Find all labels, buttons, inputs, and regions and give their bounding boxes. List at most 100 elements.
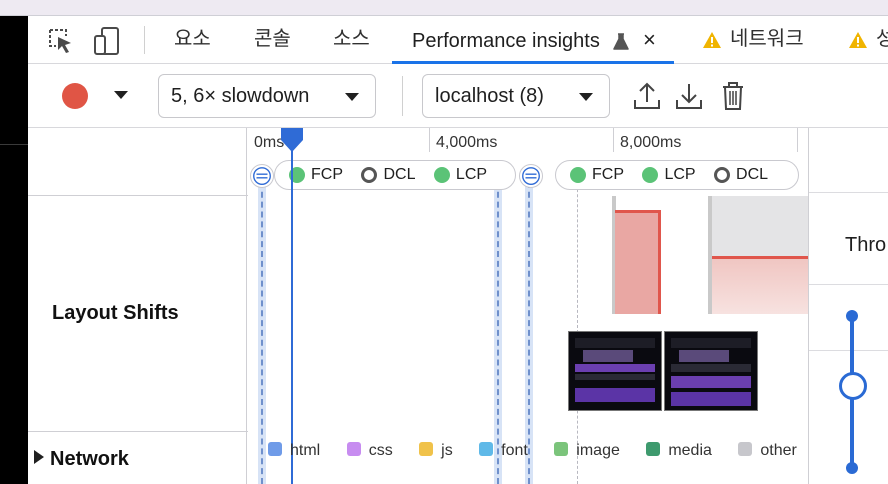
dcl-marker-icon xyxy=(714,167,731,183)
devtools-tab-bar: 요소 콘솔 소스 Performance insights × 네트워크 성 xyxy=(28,16,888,64)
layout-shifts-label: Layout Shifts xyxy=(52,302,179,324)
tab-performance-label: 성 xyxy=(876,28,888,50)
details-sidebar: Thro xyxy=(808,128,888,484)
legend-swatch xyxy=(738,442,753,456)
marker-band xyxy=(525,172,533,484)
legend-label: font xyxy=(501,442,528,459)
legend-item-js: js xyxy=(419,442,453,460)
layout-shift-cluster[interactable] xyxy=(712,256,808,314)
tab-performance-insights[interactable]: Performance insights × xyxy=(412,16,656,64)
fcp-marker-icon xyxy=(570,167,586,183)
legend-label: css xyxy=(368,442,393,459)
screenshot-thumbnail[interactable] xyxy=(568,331,662,411)
marker-label[interactable]: DCL xyxy=(383,166,415,183)
record-options-dropdown-icon[interactable] xyxy=(114,91,128,99)
recording-select[interactable]: localhost (8) xyxy=(422,74,610,118)
layout-shift-cluster[interactable] xyxy=(615,210,661,314)
marker-band xyxy=(494,172,502,484)
throttling-select[interactable]: 5, 6× slowdown xyxy=(158,74,376,118)
screenshot-thumbnail[interactable] xyxy=(664,331,758,411)
legend-label: other xyxy=(760,442,797,459)
tab-sources[interactable]: 소스 xyxy=(333,16,370,64)
divider xyxy=(809,192,888,193)
slider-thumb[interactable] xyxy=(839,372,867,400)
tab-elements[interactable]: 요소 xyxy=(174,16,211,64)
legend-item-css: css xyxy=(346,442,393,460)
grid-line xyxy=(613,128,614,152)
dcl-marker-icon xyxy=(361,167,378,183)
expand-triangle-icon xyxy=(34,450,44,464)
delete-icon[interactable] xyxy=(718,80,748,112)
device-toolbar-icon[interactable] xyxy=(92,26,122,56)
throttling-select-value: 5, 6× slowdown xyxy=(171,85,310,107)
chevron-down-icon xyxy=(579,93,593,101)
slider-stop[interactable] xyxy=(846,462,858,474)
playhead-handle-icon[interactable] xyxy=(280,128,304,152)
tab-console[interactable]: 콘솔 xyxy=(254,16,291,64)
legend-label: image xyxy=(576,442,620,459)
tab-sources-label: 소스 xyxy=(333,28,370,50)
tab-network[interactable]: 네트워크 xyxy=(702,16,804,64)
experiment-flask-icon xyxy=(613,32,630,50)
time-tick: 8,000ms xyxy=(620,134,682,151)
insights-main: Layout Shifts Network 0ms 4,000ms 8,000m… xyxy=(28,128,888,484)
chevron-down-icon xyxy=(345,93,359,101)
devtools-window: 요소 콘솔 소스 Performance insights × 네트워크 성 5… xyxy=(0,0,888,484)
record-button[interactable] xyxy=(62,83,88,109)
tab-console-label: 콘솔 xyxy=(254,28,291,50)
marker-label[interactable]: LCP xyxy=(664,166,695,183)
legend-swatch xyxy=(646,442,661,456)
marker-label[interactable]: DCL xyxy=(736,166,768,183)
divider xyxy=(809,284,888,285)
tab-bar-separator xyxy=(144,26,145,54)
legend-item-media: media xyxy=(646,442,712,460)
network-label: Network xyxy=(50,448,129,470)
grid-dashed-line xyxy=(577,164,578,484)
warning-icon xyxy=(703,31,721,48)
warning-icon xyxy=(849,31,867,48)
inspect-element-icon[interactable] xyxy=(46,26,76,56)
grid-line xyxy=(797,128,798,152)
time-tick: 4,000ms xyxy=(436,134,498,151)
legend-item-html: html xyxy=(268,442,320,460)
legend-label: html xyxy=(290,442,321,459)
legend-swatch xyxy=(268,442,282,456)
marker-group: FCP DCL LCP xyxy=(274,160,516,190)
marker-label[interactable]: FCP xyxy=(311,166,343,183)
legend-label: media xyxy=(668,442,712,459)
collapse-markers-icon[interactable] xyxy=(250,164,274,188)
window-top-strip xyxy=(0,0,888,16)
legend-item-other: other xyxy=(738,442,797,460)
tab-elements-label: 요소 xyxy=(174,28,211,50)
marker-label[interactable]: LCP xyxy=(456,166,487,183)
divider xyxy=(809,350,888,351)
legend-swatch xyxy=(419,442,434,456)
lcp-marker-icon xyxy=(433,167,450,183)
marker-group: FCP LCP DCL xyxy=(555,160,799,190)
lcp-marker-icon xyxy=(642,167,659,183)
legend-item-font: font xyxy=(479,442,528,460)
close-tab-icon[interactable]: × xyxy=(643,27,656,52)
tab-performance-insights-label: Performance insights xyxy=(412,30,600,52)
recording-select-value: localhost (8) xyxy=(435,85,544,107)
timeline-area[interactable]: 0ms 4,000ms 8,000ms FCP DCL LCP FCP LCP … xyxy=(248,128,808,484)
marker-label[interactable]: FCP xyxy=(592,166,624,183)
network-track-toggle[interactable]: Network xyxy=(34,448,129,471)
throttling-heading: Thro xyxy=(845,234,887,256)
collapse-markers-icon[interactable] xyxy=(519,164,543,188)
network-legend: html css js font image media other xyxy=(268,442,808,460)
layout-shift-background xyxy=(712,196,808,256)
download-icon[interactable] xyxy=(674,80,704,112)
grid-line xyxy=(429,128,430,152)
marker-band xyxy=(258,172,266,484)
legend-swatch xyxy=(554,442,569,456)
upload-icon[interactable] xyxy=(632,80,662,112)
legend-swatch xyxy=(346,442,361,456)
legend-swatch xyxy=(479,442,494,456)
tab-network-label: 네트워크 xyxy=(730,28,804,50)
toolbar-separator xyxy=(402,76,403,116)
tab-performance[interactable]: 성 xyxy=(848,16,888,64)
slider-stop[interactable] xyxy=(846,310,858,322)
playhead-line[interactable] xyxy=(291,136,293,484)
left-page-edge xyxy=(0,16,28,484)
